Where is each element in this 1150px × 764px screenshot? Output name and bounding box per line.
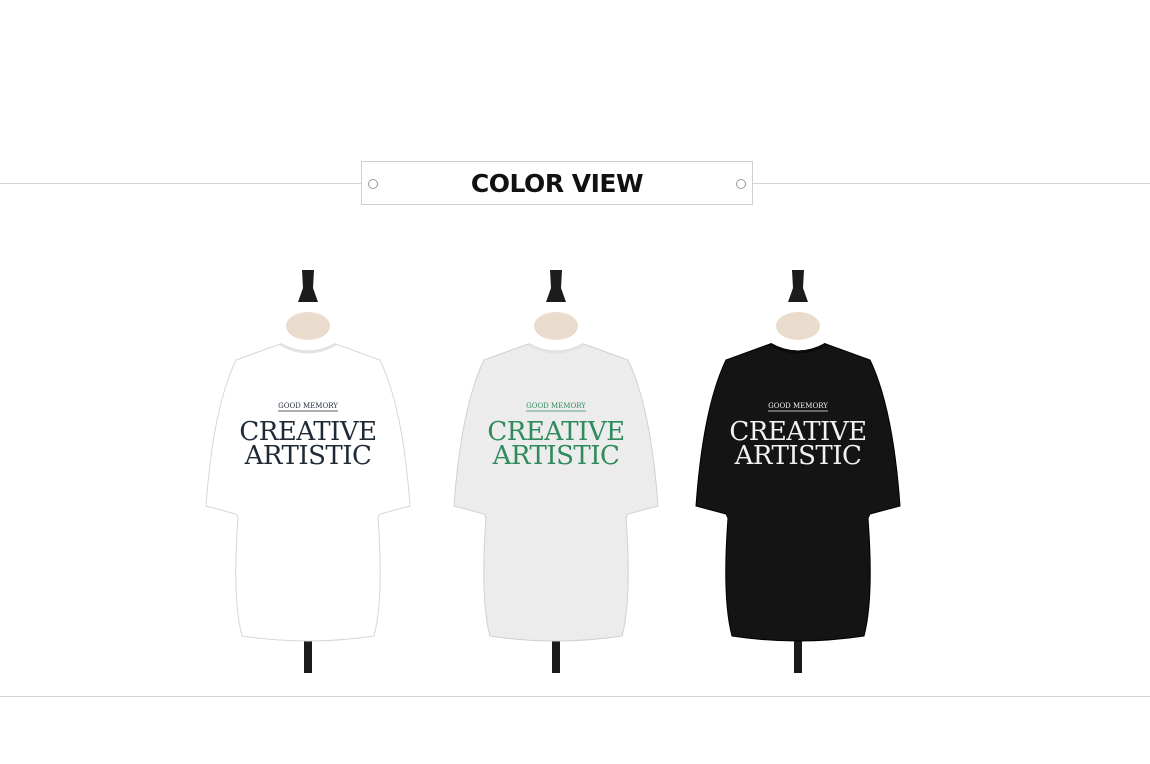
circle-ornament-icon (368, 179, 378, 189)
mannequin-neck-cap (788, 270, 808, 302)
print-line-artistic: ARTISTIC (244, 441, 372, 471)
circle-ornament-icon (736, 179, 746, 189)
print-line-small: GOOD MEMORY (278, 402, 338, 410)
print-line-small: GOOD MEMORY (768, 402, 828, 410)
product-image-white[interactable]: GOOD MEMORY CREATIVE ARTISTIC (198, 268, 418, 673)
mannequin-neck (286, 312, 330, 340)
divider-bottom (0, 696, 1150, 697)
tshirt-on-mannequin: GOOD MEMORY CREATIVE ARTISTIC (205, 270, 411, 673)
product-image-melange[interactable]: GOOD MEMORY CREATIVE ARTISTIC (446, 268, 666, 673)
tshirt-body (205, 343, 411, 642)
tshirt-on-mannequin: GOOD MEMORY CREATIVE ARTISTIC (695, 270, 901, 673)
print-line-small: GOOD MEMORY (526, 402, 586, 410)
section-title: COLOR VIEW (470, 168, 644, 198)
mannequin-neck (534, 312, 578, 340)
mannequin-neck-cap (546, 270, 566, 302)
print-line-artistic: ARTISTIC (734, 441, 862, 471)
tshirt-body (453, 343, 659, 642)
print-line-artistic: ARTISTIC (492, 441, 620, 471)
color-view-header: COLOR VIEW (361, 161, 753, 205)
mannequin-neck (776, 312, 820, 340)
tshirt-body (695, 343, 901, 642)
product-image-black[interactable]: GOOD MEMORY CREATIVE ARTISTIC (688, 268, 908, 673)
mannequin-neck-cap (298, 270, 318, 302)
tshirt-on-mannequin: GOOD MEMORY CREATIVE ARTISTIC (453, 270, 659, 673)
